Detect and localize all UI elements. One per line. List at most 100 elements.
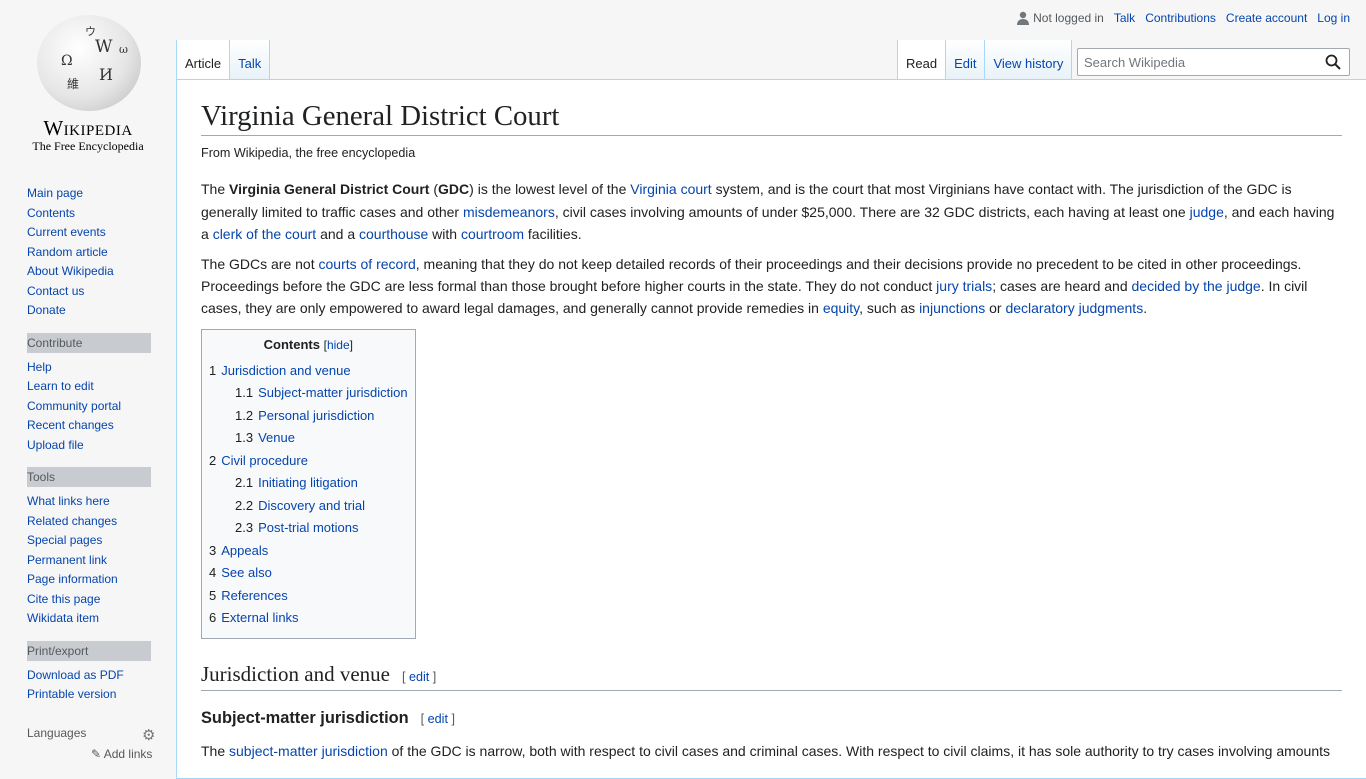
sidebar-link-download-as-pdf[interactable]: Download as PDF xyxy=(27,668,124,682)
sidebar-link-page-information[interactable]: Page information xyxy=(27,572,118,586)
toc-item[interactable]: 1 Jurisdiction and venue xyxy=(209,360,408,383)
toc-item[interactable]: 1.2 Personal jurisdiction xyxy=(209,405,408,428)
toc-item[interactable]: 2.2 Discovery and trial xyxy=(209,495,408,518)
sidebar-link-what-links-here[interactable]: What links here xyxy=(27,494,110,508)
sidebar-item-recent-changes: Recent changes xyxy=(27,416,176,436)
toc-label: Personal jurisdiction xyxy=(258,407,375,423)
sidebar-link-recent-changes[interactable]: Recent changes xyxy=(27,418,114,432)
sidebar-link-community-portal[interactable]: Community portal xyxy=(27,399,121,413)
personal-tools: Not logged in Talk Contributions Create … xyxy=(1017,11,1350,25)
link-judge[interactable]: judge xyxy=(1190,204,1224,220)
sidebar-link-contents[interactable]: Contents xyxy=(27,206,75,220)
sidebar-link-related-changes[interactable]: Related changes xyxy=(27,514,117,528)
toc-item[interactable]: 4 See also xyxy=(209,562,408,585)
link-courthouse[interactable]: courthouse xyxy=(359,226,428,242)
toc-link-discovery-and-trial[interactable]: 2.2 Discovery and trial xyxy=(235,498,365,513)
toc-number: 2.3 xyxy=(235,520,254,536)
not-logged-in: Not logged in xyxy=(1017,11,1104,25)
toc-item[interactable]: 2.1 Initiating litigation xyxy=(209,472,408,495)
sidebar-link-random-article[interactable]: Random article xyxy=(27,245,108,259)
toc-link-see-also[interactable]: 4 See also xyxy=(209,565,272,580)
toc-item[interactable]: 5 References xyxy=(209,585,408,608)
add-links-link[interactable]: ✎ Add links xyxy=(91,747,152,761)
sidebar-item-special-pages: Special pages xyxy=(27,531,176,551)
site-subtitle: From Wikipedia, the free encyclopedia xyxy=(201,146,416,161)
sidebar-link-help[interactable]: Help xyxy=(27,360,52,374)
sidebar-link-printable-version[interactable]: Printable version xyxy=(27,687,116,701)
link-injunctions[interactable]: injunctions xyxy=(919,300,985,316)
toc-item[interactable]: 1.3 Venue xyxy=(209,427,408,450)
edit-subsection-link[interactable]: edit xyxy=(428,712,448,726)
toc-hide-toggle[interactable]: hide xyxy=(327,338,350,352)
text: The xyxy=(201,743,230,760)
sidebar-link-donate[interactable]: Donate xyxy=(27,303,66,317)
tab-read[interactable]: Read xyxy=(898,40,947,80)
subsection-heading-text: Subject-matter jurisdiction xyxy=(201,709,409,728)
sidebar-link-permanent-link[interactable]: Permanent link xyxy=(27,553,107,567)
link-virginia-court[interactable]: Virginia court xyxy=(630,181,711,197)
toc-item[interactable]: 3 Appeals xyxy=(209,540,408,563)
link-misdemeanors[interactable]: misdemeanors xyxy=(463,204,555,220)
toc-item[interactable]: 2.3 Post-trial motions xyxy=(209,517,408,540)
link-courtroom[interactable]: courtroom xyxy=(461,226,524,242)
toc-item[interactable]: 2 Civil procedure xyxy=(209,450,408,473)
sidebar-link-contact-us[interactable]: Contact us xyxy=(27,284,84,298)
sidebar-link-main-page[interactable]: Main page xyxy=(27,186,83,200)
sidebar-link-current-events[interactable]: Current events xyxy=(27,225,106,239)
intro-paragraph-2: The GDCs are not courts of record, meani… xyxy=(201,253,1342,320)
toc-link-initiating-litigation[interactable]: 2.1 Initiating litigation xyxy=(235,475,358,490)
article-content: Virginia General District Court From Wik… xyxy=(176,79,1366,779)
talk-link[interactable]: Talk xyxy=(1114,11,1135,25)
link-subject-matter-jurisdiction[interactable]: subject-matter jurisdiction xyxy=(229,743,388,759)
toc-number: 2 xyxy=(209,452,217,468)
toc-link-personal-jurisdiction[interactable]: 1.2 Personal jurisdiction xyxy=(235,408,374,423)
link-jury-trials[interactable]: jury trials xyxy=(936,278,992,294)
link-declaratory-judgments[interactable]: declaratory judgments xyxy=(1005,300,1143,316)
toc-number: 2.1 xyxy=(235,475,254,491)
create-account-link[interactable]: Create account xyxy=(1226,11,1307,25)
sidebar-item-related-changes: Related changes xyxy=(27,512,176,532)
tab-article[interactable]: Article xyxy=(177,40,231,80)
sidebar-link-wikidata-item[interactable]: Wikidata item xyxy=(27,611,99,625)
toc-item[interactable]: 6 External links xyxy=(209,607,408,630)
text: The xyxy=(201,181,230,198)
toc-link-subject-matter-jurisdiction[interactable]: 1.1 Subject-matter jurisdiction xyxy=(235,385,408,400)
tab-view-history[interactable]: View history xyxy=(985,40,1073,80)
sidebar-link-cite-this-page[interactable]: Cite this page xyxy=(27,592,100,606)
sidebar-link-about-wikipedia[interactable]: About Wikipedia xyxy=(27,264,114,278)
link-clerk-of-the-court[interactable]: clerk of the court xyxy=(213,226,317,242)
sidebar-link-learn-to-edit[interactable]: Learn to edit xyxy=(27,379,94,393)
sidebar-item-donate: Donate xyxy=(27,301,176,321)
toc-number: 5 xyxy=(209,587,217,603)
search-icon[interactable] xyxy=(1325,54,1341,75)
login-link[interactable]: Log in xyxy=(1317,11,1350,25)
link-decided-by-the-judge[interactable]: decided by the judge xyxy=(1132,278,1261,294)
toc-link-civil-procedure[interactable]: 2 Civil procedure xyxy=(209,453,308,468)
sidebar-link-special-pages[interactable]: Special pages xyxy=(27,533,102,547)
wikipedia-logo[interactable]: W Ω И 維 ウ ω Wikipedia The Free Encyclope… xyxy=(0,0,176,160)
tab-edit[interactable]: Edit xyxy=(946,40,986,80)
contributions-link[interactable]: Contributions xyxy=(1145,11,1216,25)
toc-link-venue[interactable]: 1.3 Venue xyxy=(235,430,295,445)
text: facilities. xyxy=(524,226,582,243)
toc-link-appeals[interactable]: 3 Appeals xyxy=(209,543,268,558)
link-courts-of-record[interactable]: courts of record xyxy=(319,256,416,272)
toc-link-references[interactable]: 5 References xyxy=(209,588,288,603)
tab-talk[interactable]: Talk xyxy=(230,40,271,80)
sidebar-item-learn-to-edit: Learn to edit xyxy=(27,377,176,397)
toc-number: 1.1 xyxy=(235,385,254,401)
toc-item[interactable]: 1.1 Subject-matter jurisdiction xyxy=(209,382,408,405)
toc-label: Post-trial motions xyxy=(258,520,359,536)
toc-link-external-links[interactable]: 6 External links xyxy=(209,610,299,625)
sidebar-link-upload-file[interactable]: Upload file xyxy=(27,438,84,452)
add-links-label: Add links xyxy=(103,747,153,761)
toc-label: References xyxy=(221,587,288,603)
toc-title: Contents [hide] xyxy=(263,336,353,352)
edit-section-link[interactable]: edit xyxy=(409,670,429,684)
gear-icon[interactable]: ⚙ xyxy=(142,726,155,744)
link-equity[interactable]: equity xyxy=(823,300,859,316)
sidebar-item-contact-us: Contact us xyxy=(27,282,176,302)
toc-link-post-trial-motions[interactable]: 2.3 Post-trial motions xyxy=(235,520,359,535)
search-input[interactable] xyxy=(1078,49,1318,75)
toc-link-jurisdiction-and-venue[interactable]: 1 Jurisdiction and venue xyxy=(209,363,351,378)
